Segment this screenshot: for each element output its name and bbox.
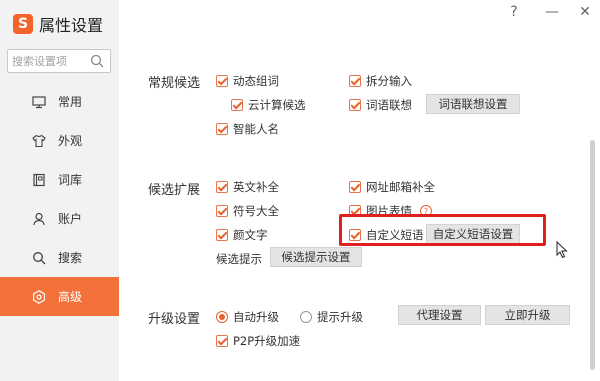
- radio-auto-upgrade[interactable]: 自动升级: [216, 309, 279, 325]
- page-title: 属性设置: [39, 16, 104, 35]
- section-title-extension: 候选扩展: [148, 183, 201, 198]
- checkbox-symbols[interactable]: 符号大全: [216, 203, 279, 219]
- checkbox-checked-icon: [231, 99, 243, 111]
- checkbox-split-input[interactable]: 拆分输入: [349, 73, 412, 89]
- radio-label: 自动升级: [233, 310, 279, 324]
- hint-settings-button[interactable]: 候选提示设置: [270, 247, 362, 267]
- search-input[interactable]: [12, 53, 90, 69]
- highlight-box: [339, 214, 546, 246]
- checkbox-label: 云计算候选: [248, 98, 306, 112]
- checkbox-checked-icon: [216, 123, 228, 135]
- checkbox-checked-icon: [349, 99, 361, 111]
- checkbox-checked-icon: [216, 229, 228, 241]
- radio-prompt-upgrade[interactable]: 提示升级: [300, 309, 363, 325]
- sogou-logo-icon: S: [13, 14, 33, 34]
- search-icon: [32, 251, 46, 265]
- proxy-settings-button[interactable]: 代理设置: [398, 305, 481, 325]
- checkbox-label: 符号大全: [233, 204, 279, 218]
- sidebar: S 属性设置 常用 外观 词库: [0, 0, 119, 381]
- checkbox-dynamic-words[interactable]: 动态组词: [216, 73, 279, 89]
- sidebar-item-lexicon[interactable]: 词库: [0, 160, 119, 199]
- scrollbar[interactable]: [590, 140, 595, 370]
- sidebar-item-search[interactable]: 搜索: [0, 238, 119, 277]
- minimize-button[interactable]: —: [543, 4, 561, 20]
- checkbox-checked-icon: [349, 75, 361, 87]
- checkbox-label: 动态组词: [233, 74, 279, 88]
- checkbox-kaomoji[interactable]: 颜文字: [216, 227, 268, 243]
- brand: S 属性设置: [13, 12, 103, 36]
- sidebar-item-label: 常用: [58, 95, 83, 109]
- radio-selected-icon: [216, 311, 228, 323]
- checkbox-label: 智能人名: [233, 122, 279, 136]
- checkbox-label: 拆分输入: [366, 74, 412, 88]
- checkbox-label: 颜文字: [233, 228, 268, 242]
- checkbox-label: 词语联想: [366, 98, 412, 112]
- search-icon[interactable]: [90, 54, 104, 68]
- sidebar-item-advanced[interactable]: 高级: [0, 277, 119, 316]
- checkbox-checked-icon: [216, 181, 228, 193]
- section-title-candidates: 常规候选: [148, 76, 201, 91]
- checkbox-p2p-acceleration[interactable]: P2P升级加速: [216, 333, 300, 349]
- checkbox-smart-name[interactable]: 智能人名: [216, 121, 279, 137]
- sidebar-item-appearance[interactable]: 外观: [0, 121, 119, 160]
- checkbox-cloud-candidates[interactable]: 云计算候选: [231, 97, 306, 113]
- sidebar-item-label: 词库: [58, 173, 83, 187]
- checkbox-checked-icon: [216, 335, 228, 347]
- gear-icon: [32, 289, 46, 304]
- sidebar-item-common[interactable]: 常用: [0, 82, 119, 121]
- close-button[interactable]: ✕: [576, 4, 594, 20]
- sidebar-item-label: 外观: [58, 134, 83, 148]
- sidebar-nav: 常用 外观 词库 账户 搜索 高级: [0, 82, 119, 316]
- search-box[interactable]: [7, 49, 111, 73]
- checkbox-word-association[interactable]: 词语联想: [349, 97, 412, 113]
- book-icon: [32, 173, 46, 187]
- checkbox-label: P2P升级加速: [233, 334, 301, 348]
- sidebar-item-label: 高级: [58, 290, 83, 304]
- radio-unselected-icon: [300, 311, 312, 323]
- checkbox-checked-icon: [216, 75, 228, 87]
- checkbox-label: 英文补全: [233, 180, 279, 194]
- shirt-icon: [32, 134, 46, 148]
- help-button[interactable]: ?: [505, 4, 523, 20]
- sidebar-item-label: 账户: [58, 212, 83, 226]
- checkbox-english-complete[interactable]: 英文补全: [216, 179, 279, 195]
- mouse-pointer-icon: [556, 241, 568, 259]
- word-association-settings-button[interactable]: 词语联想设置: [426, 94, 520, 114]
- radio-label: 提示升级: [317, 310, 363, 324]
- sidebar-item-label: 搜索: [58, 251, 83, 265]
- user-icon: [32, 212, 46, 226]
- sidebar-item-account[interactable]: 账户: [0, 199, 119, 238]
- checkbox-checked-icon: [349, 181, 361, 193]
- checkbox-checked-icon: [216, 205, 228, 217]
- upgrade-now-button[interactable]: 立即升级: [485, 305, 570, 325]
- checkbox-url-email-complete[interactable]: 网址邮箱补全: [349, 179, 435, 195]
- monitor-icon: [32, 95, 46, 109]
- section-title-upgrade: 升级设置: [148, 312, 201, 327]
- hint-label: 候选提示: [216, 252, 262, 266]
- checkbox-label: 网址邮箱补全: [366, 180, 435, 194]
